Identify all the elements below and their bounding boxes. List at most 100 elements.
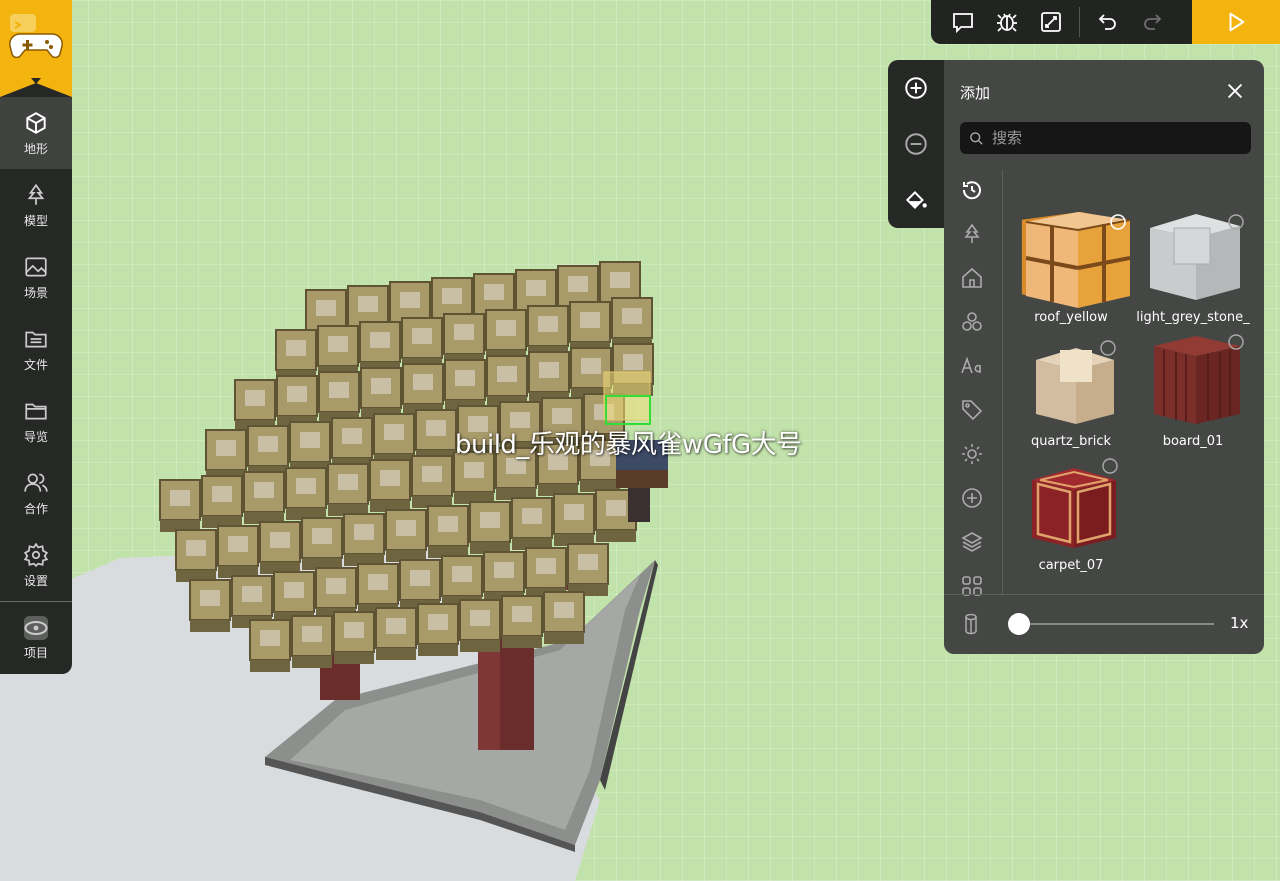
- roof-block-face: [536, 558, 556, 574]
- roof-block-face: [526, 280, 546, 296]
- roof-block-face: [606, 500, 626, 516]
- block-item-light-grey-stone[interactable]: light_grey_stone_: [1132, 208, 1254, 332]
- roof-block-face: [342, 428, 362, 444]
- category-add[interactable]: [956, 476, 988, 520]
- roof-block-face: [245, 390, 265, 406]
- sidebar-item-files[interactable]: 文件: [0, 313, 72, 385]
- sidebar-item-project[interactable]: 项目: [0, 602, 72, 674]
- paint-tool-button[interactable]: [888, 172, 944, 228]
- expand-icon: [1041, 12, 1061, 32]
- category-divider: [1002, 170, 1003, 594]
- sidebar-item-label: 文件: [23, 357, 48, 372]
- roof-block-face: [270, 532, 290, 548]
- plus-circle-icon: [962, 488, 982, 508]
- remove-tool-button[interactable]: [888, 116, 944, 172]
- carpet-thumbnail: [1032, 458, 1118, 548]
- category-recent[interactable]: [956, 168, 988, 212]
- roof-block-face: [497, 366, 517, 382]
- category-all[interactable]: [956, 564, 988, 608]
- roof-block-face: [622, 308, 642, 324]
- sidebar-item-scene[interactable]: 场景: [0, 241, 72, 313]
- search-input[interactable]: [990, 128, 1244, 148]
- sidebar-item-label: 导览: [23, 429, 48, 444]
- redo-button[interactable]: [1130, 0, 1174, 44]
- roof-block-side: [418, 644, 458, 656]
- roof-block-face: [312, 528, 332, 544]
- roof-block-face: [610, 272, 630, 288]
- roof-block-face: [568, 276, 588, 292]
- block-item-name: board_01: [1162, 434, 1224, 449]
- roof-block-face: [258, 436, 278, 452]
- block-item-name: roof_yellow: [1034, 310, 1108, 325]
- roof-block-face: [358, 296, 378, 312]
- roof-block-face: [438, 516, 458, 532]
- bug-icon: [997, 13, 1017, 32]
- layers-icon: [961, 532, 983, 552]
- roof-block-face: [464, 462, 484, 478]
- roof-block-face: [242, 586, 262, 602]
- comment-button[interactable]: [941, 0, 985, 44]
- expand-button[interactable]: [1029, 0, 1073, 44]
- gear-icon: [23, 542, 49, 568]
- roof-block-face: [212, 486, 232, 502]
- debug-button[interactable]: [985, 0, 1029, 44]
- gamepad-icon: [9, 14, 63, 59]
- sidebar-item-settings[interactable]: 设置: [0, 529, 72, 601]
- toolbar-separator: [1079, 7, 1080, 37]
- block-item-roof-yellow[interactable]: roof_yellow: [1010, 208, 1132, 332]
- folder-list-icon: [23, 326, 49, 352]
- roof-block-side: [596, 530, 636, 542]
- sidebar-item-terrain[interactable]: 地形: [0, 97, 72, 169]
- brush-size-label: 1x: [1230, 614, 1249, 632]
- undo-button[interactable]: [1086, 0, 1130, 44]
- sidebar-item-collab[interactable]: 合作: [0, 457, 72, 529]
- roof-block-face: [300, 432, 320, 448]
- top-toolbar: [931, 0, 1280, 44]
- category-shapes[interactable]: [956, 300, 988, 344]
- sidebar-item-label: 模型: [23, 213, 48, 228]
- light-grey-stone-thumbnail: [1150, 214, 1244, 300]
- roof-block-face: [410, 570, 430, 586]
- tree-icon: [964, 223, 980, 243]
- roof-block-face: [454, 324, 474, 340]
- player-name-tag: build_乐观的暴风雀wGfG大号: [455, 430, 802, 460]
- redo-icon: [1144, 14, 1162, 30]
- roof-block-face: [496, 320, 516, 336]
- board-thumbnail: [1154, 334, 1244, 424]
- play-button[interactable]: [1192, 0, 1280, 44]
- category-buildings[interactable]: [956, 256, 988, 300]
- category-text[interactable]: [956, 344, 988, 388]
- roof-block-face: [329, 382, 349, 398]
- add-panel: 添加 搜索 roof_yellow light_grey_stone_ quar…: [944, 60, 1264, 654]
- sidebar-item-label: 合作: [23, 501, 48, 516]
- roof-block-face: [538, 316, 558, 332]
- brush-size-slider[interactable]: [1008, 613, 1030, 635]
- block-item-name: carpet_07: [1038, 558, 1104, 573]
- project-icon: [24, 615, 48, 640]
- add-tool-button[interactable]: [888, 60, 944, 116]
- block-item-board[interactable]: board_01: [1132, 332, 1254, 456]
- paint-bucket-icon: [905, 191, 927, 209]
- category-lights[interactable]: [956, 432, 988, 476]
- roof-block-face: [344, 622, 364, 638]
- search-box[interactable]: [960, 122, 1251, 154]
- roof-block-side: [292, 656, 332, 668]
- roof-block-face: [170, 490, 190, 506]
- roof-block-face: [578, 554, 598, 570]
- roof-block-face: [484, 284, 504, 300]
- brush-size-track[interactable]: [1020, 623, 1214, 625]
- block-item-carpet[interactable]: carpet_07: [1010, 456, 1132, 580]
- close-icon[interactable]: [1224, 80, 1246, 102]
- roof-block-face: [512, 606, 532, 622]
- sidebar-item-models[interactable]: 模型: [0, 169, 72, 241]
- chevron-down-icon[interactable]: [31, 78, 41, 84]
- roof-block-face: [539, 362, 559, 378]
- category-tags[interactable]: [956, 388, 988, 432]
- sidebar-item-guide[interactable]: 导览: [0, 385, 72, 457]
- category-plants[interactable]: [956, 212, 988, 256]
- app-logo[interactable]: [0, 0, 72, 97]
- roof-block-face: [302, 626, 322, 642]
- roof-block-side: [190, 620, 230, 632]
- block-item-quartz-brick[interactable]: quartz_brick: [1010, 332, 1132, 456]
- category-layers[interactable]: [956, 520, 988, 564]
